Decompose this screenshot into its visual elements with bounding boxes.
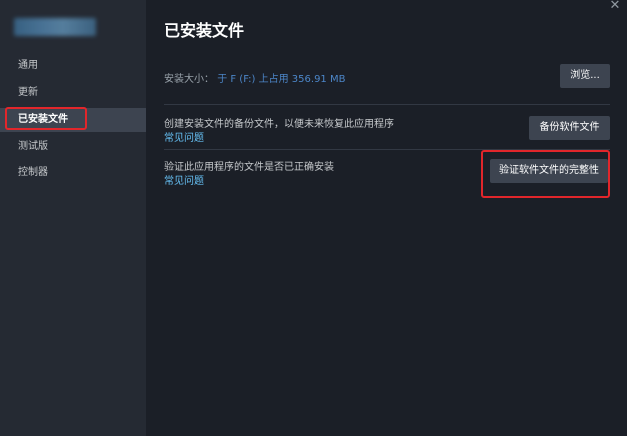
verify-description: 验证此应用程序的文件是否已正确安装	[164, 162, 334, 173]
install-size-label: 安装大小：	[164, 74, 214, 85]
main-panel: ✕ 已安装文件 安装大小： 于 F (F:) 上占用 356.91 MB 浏览.…	[146, 0, 627, 436]
sidebar-item-installed-files[interactable]: 已安装文件	[0, 108, 146, 132]
backup-description: 创建安装文件的备份文件，以便未来恢复此应用程序	[164, 119, 394, 130]
sidebar: 通用 更新 已安装文件 测试版 控制器	[0, 0, 146, 436]
backup-files-button[interactable]: 备份软件文件	[529, 116, 610, 140]
divider	[164, 149, 610, 150]
game-title-blurred	[14, 18, 96, 36]
sidebar-item-general[interactable]: 通用	[0, 54, 146, 78]
verify-faq-link[interactable]: 常见问题	[164, 172, 204, 187]
sidebar-item-updates[interactable]: 更新	[0, 81, 146, 105]
browse-button[interactable]: 浏览...	[560, 64, 610, 88]
divider	[164, 104, 610, 105]
install-size-row: 安装大小： 于 F (F:) 上占用 356.91 MB	[164, 70, 345, 85]
page-title: 已安装文件	[164, 21, 245, 40]
install-size-value: 于 F (F:) 上占用 356.91 MB	[217, 74, 346, 85]
close-icon[interactable]: ✕	[609, 0, 621, 12]
verify-integrity-button[interactable]: 验证软件文件的完整性	[490, 159, 608, 183]
backup-faq-link[interactable]: 常见问题	[164, 129, 204, 144]
sidebar-item-controller[interactable]: 控制器	[0, 161, 146, 185]
sidebar-item-betas[interactable]: 测试版	[0, 135, 146, 159]
